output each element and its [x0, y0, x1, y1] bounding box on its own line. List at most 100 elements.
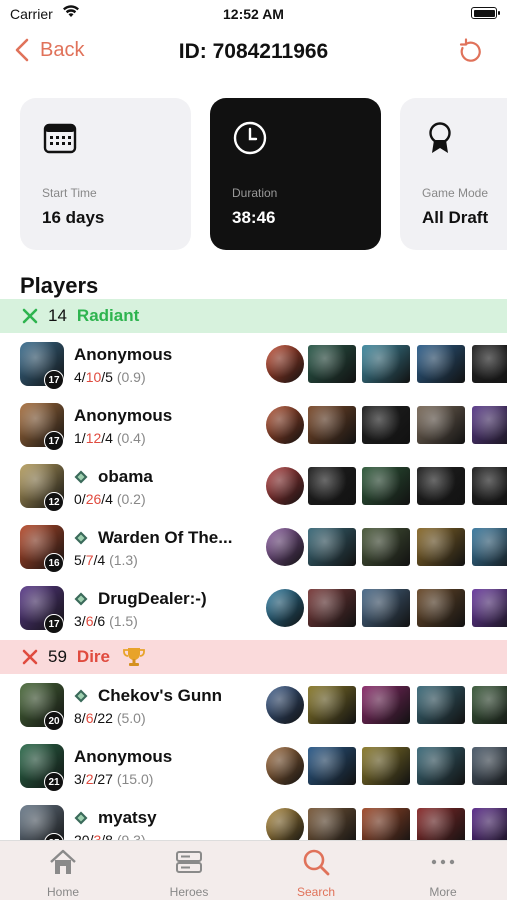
battery-icon	[471, 7, 500, 19]
item-slot	[362, 467, 410, 505]
player-row[interactable]: 17 DrugDealer:-) 3/6/6 (1.5)	[0, 577, 507, 637]
rank-medal-icon	[74, 470, 88, 484]
kda-stats: 4/10/5 (0.9)	[74, 369, 146, 385]
player-name: Warden Of The...	[74, 528, 232, 548]
kills-value: 4	[74, 369, 82, 385]
player-name-text: Chekov's Gunn	[98, 686, 223, 705]
player-row[interactable]: 21 Anonymous 3/2/27 (15.0)	[0, 735, 507, 795]
neutral-item-icon	[266, 747, 304, 785]
rank-medal-icon	[74, 811, 88, 825]
item-slot	[308, 747, 356, 785]
tab-home-label: Home	[46, 885, 79, 899]
player-name-text: Anonymous	[74, 747, 173, 766]
assists-value: 4	[105, 430, 113, 446]
player-name-text: myatsy	[98, 808, 157, 827]
deaths-value: 6	[85, 710, 94, 726]
game-mode-value: All Draft	[422, 208, 489, 227]
calendar-icon	[43, 123, 77, 154]
item-slot	[472, 406, 507, 444]
item-slot	[362, 686, 410, 724]
kda-ratio: (15.0)	[116, 771, 154, 787]
players-heading: Players	[20, 273, 99, 298]
player-row[interactable]: 17 Anonymous 4/10/5 (0.9)	[0, 333, 507, 393]
item-slot	[308, 528, 356, 566]
clock-icon	[233, 121, 267, 155]
deaths-value: 7	[85, 552, 94, 568]
player-name: Chekov's Gunn	[74, 686, 222, 706]
item-slot	[417, 747, 465, 785]
hero-level-badge: 21	[44, 772, 64, 792]
search-icon	[303, 849, 330, 876]
tab-more-label: More	[429, 885, 457, 899]
kills-value: 8	[74, 710, 82, 726]
tab-heroes[interactable]: Heroes	[126, 847, 252, 899]
tab-search-label: Search	[296, 885, 336, 899]
item-slot	[308, 589, 356, 627]
assists-value: 4	[97, 552, 106, 568]
player-name: myatsy	[74, 808, 157, 828]
player-name: Anonymous	[74, 406, 172, 426]
tab-search[interactable]: Search	[253, 847, 379, 899]
kda-stats: 8/6/22 (5.0)	[74, 710, 146, 726]
tab-more[interactable]: More	[380, 847, 506, 899]
item-slots	[266, 345, 507, 383]
rank-medal-icon	[74, 689, 88, 703]
status-bar: Carrier 12:52 AM	[0, 0, 507, 28]
item-slot	[362, 589, 410, 627]
item-slots	[266, 467, 507, 505]
item-slot	[472, 747, 507, 785]
item-slot	[472, 686, 507, 724]
player-row[interactable]: 12 obama 0/26/4 (0.2)	[0, 455, 507, 515]
duration-card: Duration 38:46	[210, 98, 381, 250]
neutral-item-icon	[266, 467, 304, 505]
player-name: obama	[74, 467, 153, 487]
item-slots	[266, 406, 507, 444]
dire-team-name: Dire	[76, 647, 110, 666]
assists-value: 22	[97, 710, 113, 726]
hero-level-badge: 17	[44, 431, 64, 451]
assists-value: 6	[97, 613, 106, 629]
kda-ratio: (1.3)	[109, 552, 138, 568]
award-ribbon-icon	[429, 122, 451, 153]
player-row[interactable]: 20 Chekov's Gunn 8/6/22 (5.0)	[0, 674, 507, 734]
radiant-team-name: Radiant	[76, 306, 140, 325]
player-row[interactable]: 16 Warden Of The... 5/7/4 (1.3)	[0, 516, 507, 576]
crossed-swords-icon	[22, 308, 38, 324]
hero-level-badge: 12	[44, 492, 64, 512]
tab-heroes-label: Heroes	[169, 885, 209, 899]
start-time-label: Start Time	[42, 186, 97, 200]
item-slot	[417, 686, 465, 724]
neutral-item-icon	[266, 686, 304, 724]
tab-bar: Home Heroes Search More	[0, 840, 507, 900]
neutral-item-icon	[266, 589, 304, 627]
navigation-bar: Back ID: 7084211966	[0, 30, 507, 76]
assists-value: 5	[105, 369, 113, 385]
kda-stats: 0/26/4 (0.2)	[74, 491, 146, 507]
player-row[interactable]: 17 Anonymous 1/12/4 (0.4)	[0, 394, 507, 454]
item-slot	[362, 345, 410, 383]
kda-ratio: (5.0)	[116, 710, 146, 726]
server-stack-icon	[176, 851, 202, 873]
match-info-cards: Start Time 16 days Duration 38:46 Game M…	[20, 98, 507, 250]
assists-value: 4	[105, 491, 113, 507]
item-slots	[266, 589, 507, 627]
tab-home[interactable]: Home	[0, 847, 126, 899]
kills-value: 3	[74, 771, 82, 787]
radiant-score: 14	[48, 306, 67, 325]
refresh-icon[interactable]	[455, 38, 483, 66]
dire-team-header: 59 Dire	[0, 640, 507, 674]
crossed-swords-icon	[22, 649, 38, 665]
kda-stats: 5/7/4 (1.3)	[74, 552, 138, 568]
player-name-text: DrugDealer:-)	[98, 589, 207, 608]
item-slots	[266, 747, 507, 785]
player-name-text: Warden Of The...	[98, 528, 233, 547]
item-slot	[362, 406, 410, 444]
duration-value: 38:46	[232, 208, 276, 227]
item-slot	[362, 528, 410, 566]
home-icon	[50, 849, 76, 874]
start-time-value: 16 days	[42, 208, 105, 227]
rank-medal-icon	[74, 531, 88, 545]
item-slot	[472, 528, 507, 566]
item-slot	[308, 406, 356, 444]
item-slot	[417, 589, 465, 627]
